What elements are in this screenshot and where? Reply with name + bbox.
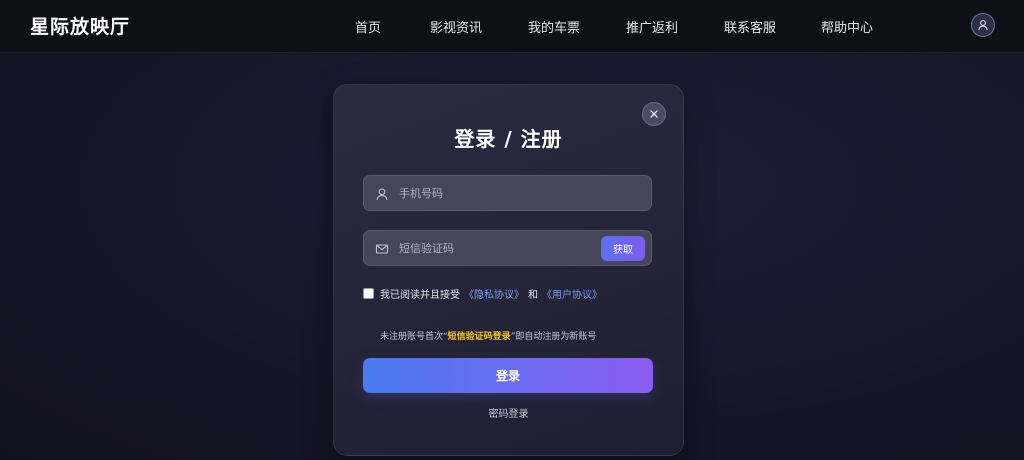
- sms-code-input[interactable]: [399, 231, 589, 265]
- and-text: 和: [528, 289, 538, 301]
- login-button[interactable]: 登录: [363, 358, 653, 393]
- hint-suffix: ”即自动注册为新账号: [510, 332, 597, 342]
- login-modal: 登录 / 注册 获取 我已阅读并且接受 《隐私协议》 和 《用户协议》 未注册账…: [333, 84, 684, 456]
- mail-icon: [375, 244, 389, 254]
- agree-text: 我已阅读并且接受: [380, 289, 460, 301]
- top-navigation-bar: 星际放映厅 首页 影视资讯 我的车票 推广返利 联系客服 帮助中心: [0, 0, 1024, 52]
- phone-input[interactable]: [399, 176, 589, 210]
- nav-news[interactable]: 影视资讯: [430, 17, 482, 36]
- nav-customer-service[interactable]: 联系客服: [724, 17, 776, 36]
- nav-referral-rebate[interactable]: 推广返利: [626, 17, 678, 36]
- nav-my-tickets[interactable]: 我的车票: [528, 17, 580, 36]
- agreement-row: 我已阅读并且接受 《隐私协议》 和 《用户协议》: [363, 286, 602, 301]
- site-logo[interactable]: 星际放映厅: [30, 12, 130, 39]
- privacy-policy-link[interactable]: 《隐私协议》: [464, 286, 524, 301]
- modal-title: 登录 / 注册: [454, 127, 563, 151]
- nav-home[interactable]: 首页: [355, 17, 381, 36]
- sms-code-field[interactable]: 获取: [363, 230, 652, 266]
- password-login-link[interactable]: 密码登录: [334, 405, 683, 420]
- user-icon: [978, 20, 988, 31]
- user-avatar-button[interactable]: [971, 13, 995, 37]
- user-agreement-link[interactable]: 《用户协议》: [542, 286, 602, 301]
- agree-checkbox[interactable]: [363, 287, 374, 299]
- hint-highlight: 短信验证码登录: [447, 332, 511, 342]
- nav-help-center[interactable]: 帮助中心: [821, 17, 873, 36]
- user-icon: [376, 188, 388, 201]
- hint-prefix: 未注册账号首次“: [380, 332, 448, 342]
- phone-field[interactable]: [363, 175, 652, 211]
- page: 星际放映厅 首页 影视资讯 我的车票 推广返利 联系客服 帮助中心 登录 / 注…: [0, 0, 1024, 460]
- close-icon: [650, 110, 658, 118]
- auto-register-hint: 未注册账号首次“短信验证码登录”即自动注册为新账号: [380, 329, 596, 342]
- get-code-button[interactable]: 获取: [601, 236, 645, 261]
